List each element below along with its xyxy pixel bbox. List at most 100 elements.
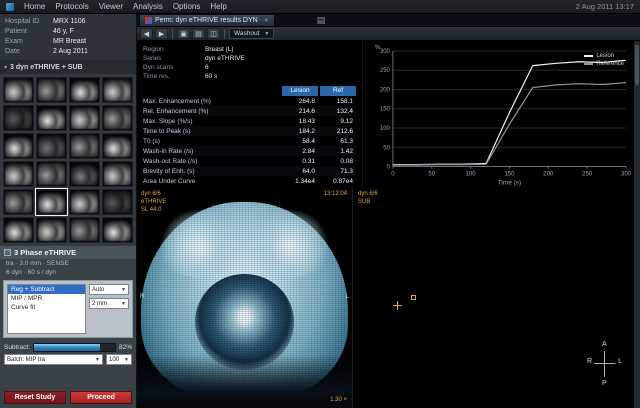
result-ref-value: 71.3 xyxy=(320,168,356,175)
section-header[interactable]: 3 Phase eTHRIVE xyxy=(0,246,136,259)
results-panel: RegionBreast (L)Seriesdyn eTHRIVEDyn sca… xyxy=(137,41,362,187)
analysis-app-icon xyxy=(145,17,152,24)
series-thumbnail[interactable] xyxy=(36,105,67,131)
table-row: Area Under Curve1.34e40.87e4 xyxy=(143,176,356,186)
svg-text:%: % xyxy=(375,45,381,51)
series-thumbnail[interactable] xyxy=(102,133,133,159)
view-mode-dropdown[interactable]: Auto ▼ xyxy=(89,284,129,295)
patient-info-value: 2 Aug 2011 xyxy=(53,47,131,57)
series-thumbnail-selected[interactable] xyxy=(36,189,67,215)
chevron-down-icon: ▼ xyxy=(124,357,129,363)
study-info-row: Dyn scans6 xyxy=(143,63,356,72)
patient-info-value: MRX 1106 xyxy=(53,17,131,27)
results-table-header: Lesion Ref xyxy=(143,85,356,96)
table-row: Wash-out Rate (/s)0.310.08 xyxy=(143,156,356,166)
study-info-value: dyn eTHRIVE xyxy=(205,54,245,63)
series-thumbnail[interactable] xyxy=(3,133,34,159)
analysis-method-dropdown[interactable]: Washout ▼ xyxy=(229,28,274,39)
back-button[interactable]: ◀ xyxy=(140,28,153,39)
menu-item-options[interactable]: Options xyxy=(173,2,201,11)
series-thumbnail[interactable] xyxy=(69,161,100,187)
table-row: Wash-in Rate (/s)2.841.42 xyxy=(143,146,356,156)
series-thumbnail[interactable] xyxy=(36,133,67,159)
menu-item-protocols[interactable]: Protocols xyxy=(55,2,88,11)
series-thumbnail[interactable] xyxy=(102,217,133,243)
processing-step-item[interactable]: MIP / MPR xyxy=(8,294,85,303)
series-thumbnail[interactable] xyxy=(3,77,34,103)
copy-button[interactable]: ◫ xyxy=(207,28,220,39)
print-button[interactable]: ▤ xyxy=(192,28,205,39)
result-parameter-label: Rel. Enhancement (%) xyxy=(143,108,280,115)
chevron-down-icon: ▼ xyxy=(121,287,126,293)
series-group-header[interactable]: ▾ 3 dyn eTHRIVE + SUB xyxy=(0,61,136,74)
orientation-label-left: L xyxy=(346,293,349,301)
scrollbar-thumb[interactable] xyxy=(635,45,639,85)
main-viewer: Perm: dyn eTHRIVE results DYN ✕ ▤ ◀ ▶ ▣ … xyxy=(137,14,640,408)
close-icon[interactable]: ✕ xyxy=(264,17,269,24)
series-thumbnail[interactable] xyxy=(69,77,100,103)
menu-item-home[interactable]: Home xyxy=(24,2,45,11)
reset-study-button[interactable]: Reset Study xyxy=(4,391,66,404)
series-thumbnail[interactable] xyxy=(102,161,133,187)
series-thumbnail[interactable] xyxy=(3,217,34,243)
legend-label: Lesion xyxy=(596,53,614,59)
roi-box-marker[interactable] xyxy=(411,295,416,300)
proceed-button[interactable]: Proceed xyxy=(70,391,132,404)
result-parameter-label: Brevity of Enh. (s) xyxy=(143,168,280,175)
study-info-label: Time res. xyxy=(143,72,205,81)
series-thumbnail[interactable] xyxy=(69,133,100,159)
enhancement-chart-panel: 050100150200250300050100150200250300Time… xyxy=(362,41,634,187)
series-thumbnail[interactable] xyxy=(69,105,100,131)
svg-text:250: 250 xyxy=(582,171,593,177)
progress-label: Subtract: xyxy=(4,344,30,351)
series-thumbnail[interactable] xyxy=(36,77,67,103)
study-info-label: Dyn scans xyxy=(143,63,205,72)
processing-steps-list: Reg + SubtractMIP / MPRCurve fit xyxy=(7,284,86,334)
series-thumbnail[interactable] xyxy=(102,189,133,215)
processing-step-item[interactable]: Curve fit xyxy=(8,303,85,312)
vertical-scrollbar[interactable] xyxy=(634,41,640,408)
progress-fill xyxy=(34,344,100,351)
result-lesion-value: 18.43 xyxy=(282,118,318,125)
series-thumbnail[interactable] xyxy=(3,161,34,187)
batch-output-dropdown[interactable]: Batch: MIP tra ▼ xyxy=(4,354,103,365)
result-parameter-label: Wash-out Rate (/s) xyxy=(143,158,280,165)
mri-image-viewport[interactable]: dyn 6/6eTHRIVESL 44.0 13:12:04 R L 1.30 … xyxy=(137,187,352,408)
app-logo-icon xyxy=(6,3,14,11)
secondary-viewport[interactable]: dyn 6/6SUB A P R L xyxy=(352,187,634,408)
svg-text:0: 0 xyxy=(387,165,391,171)
series-thumbnail[interactable] xyxy=(3,105,34,131)
series-thumbnail[interactable] xyxy=(102,105,133,131)
results-tab[interactable]: Perm: dyn eTHRIVE results DYN ✕ xyxy=(139,14,275,26)
patient-info: Hospital IDMRX 1106Patient46 y, FExamMR … xyxy=(0,14,136,61)
menu-item-viewer[interactable]: Viewer xyxy=(99,2,123,11)
study-info-row: RegionBreast (L) xyxy=(143,45,356,54)
result-parameter-label: Wash-in Rate (/s) xyxy=(143,148,280,155)
series-thumbnail[interactable] xyxy=(102,77,133,103)
forward-button[interactable]: ▶ xyxy=(155,28,168,39)
action-buttons: Reset Study Proceed xyxy=(4,391,132,404)
result-lesion-value: 0.31 xyxy=(282,158,318,165)
menu-item-help[interactable]: Help xyxy=(210,2,226,11)
result-ref-value: 0.08 xyxy=(320,158,356,165)
series-thumbnail[interactable] xyxy=(3,189,34,215)
menu-item-analysis[interactable]: Analysis xyxy=(133,2,163,11)
series-thumbnail[interactable] xyxy=(69,217,100,243)
series-thumbnail[interactable] xyxy=(36,161,67,187)
section-subtitle-2: 6 dyn · 60 s / dyn xyxy=(0,268,136,277)
save-button[interactable]: ▣ xyxy=(177,28,190,39)
print-icon[interactable]: ▤ xyxy=(317,14,326,26)
image-annotation-line: dyn 6/6 xyxy=(141,190,166,198)
image-count-dropdown[interactable]: 100 ▼ xyxy=(106,354,132,365)
result-lesion-value: 264.8 xyxy=(282,98,318,105)
viewport-annotation-topleft: dyn 6/6SUB xyxy=(358,190,378,206)
roi-crosshair-marker[interactable] xyxy=(393,301,402,310)
series-thumbnail[interactable] xyxy=(69,189,100,215)
table-row: Time to Peak (s)184.2212.6 xyxy=(143,126,356,136)
thumbnail-grid xyxy=(0,74,136,246)
series-thumbnail[interactable] xyxy=(36,217,67,243)
slab-thickness-dropdown[interactable]: 2 mm ▼ xyxy=(89,298,129,309)
processing-step-item[interactable]: Reg + Subtract xyxy=(8,285,85,294)
viewport-annotation-line: SUB xyxy=(358,198,378,206)
compass-vertical-axis xyxy=(604,351,605,377)
